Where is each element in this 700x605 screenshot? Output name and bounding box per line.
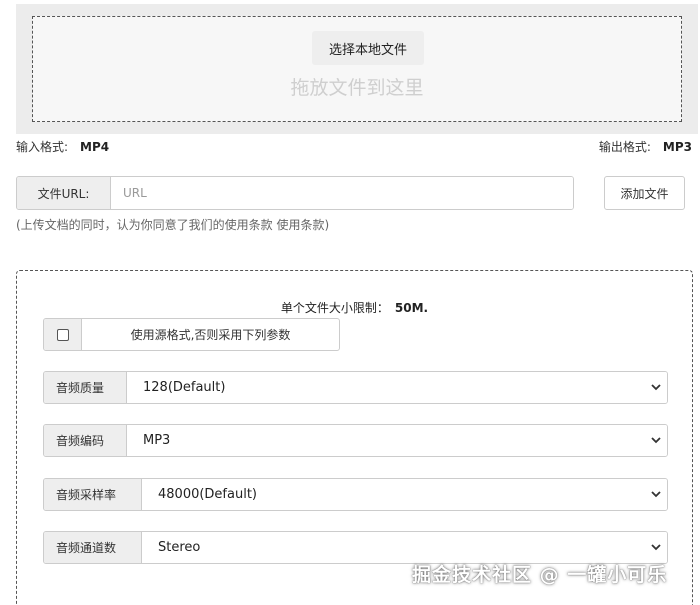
file-url-label: 文件URL: <box>17 177 111 209</box>
audio-quality-select[interactable]: 音频质量 128(Default) <box>43 371 668 404</box>
audio-channels-value[interactable]: Stereo <box>142 532 667 563</box>
output-format-label: 输出格式: <box>598 140 651 154</box>
output-format: 输出格式: MP3 <box>599 138 692 155</box>
upload-area: 选择本地文件 拖放文件到这里 <box>16 4 698 134</box>
use-source-format-toggle[interactable]: 使用源格式,否则采用下列参数 <box>43 318 340 351</box>
size-limit-label: 单个文件大小限制： <box>280 301 389 315</box>
audio-quality-value[interactable]: 128(Default) <box>127 372 667 403</box>
input-format-label: 输入格式: <box>16 140 69 154</box>
audio-channels-value-text: Stereo <box>158 540 201 555</box>
drop-zone[interactable]: 选择本地文件 拖放文件到这里 <box>32 16 682 122</box>
input-format: 输入格式: MP4 <box>16 138 109 155</box>
chevron-down-icon <box>651 384 661 391</box>
audio-quality-value-text: 128(Default) <box>143 380 226 395</box>
audio-sample-rate-label: 音频采样率 <box>44 479 142 510</box>
audio-codec-value[interactable]: MP3 <box>127 425 667 456</box>
chevron-down-icon <box>651 544 661 551</box>
checkbox-icon[interactable] <box>56 328 69 341</box>
settings-panel: 单个文件大小限制： 50M. 使用源格式,否则采用下列参数 音频质量 128(De… <box>16 270 693 605</box>
output-format-value: MP3 <box>662 140 692 154</box>
audio-sample-rate-value-text: 48000(Default) <box>158 487 257 502</box>
terms-notice: (上传文档的同时，认为你同意了我们的使用条款 使用条款) <box>16 218 330 232</box>
choose-local-file-button[interactable]: 选择本地文件 <box>312 31 424 65</box>
checkbox-cell <box>44 319 82 350</box>
drop-hint: 拖放文件到这里 <box>290 77 424 99</box>
watermark: 掘金技术社区 @ 一罐小可乐 <box>412 564 668 586</box>
audio-sample-rate-value[interactable]: 48000(Default) <box>142 479 667 510</box>
audio-codec-value-text: MP3 <box>143 433 171 448</box>
size-limit-value: 50M. <box>394 301 429 315</box>
chevron-down-icon <box>651 437 661 444</box>
chevron-down-icon <box>651 491 661 498</box>
audio-codec-select[interactable]: 音频编码 MP3 <box>43 424 668 457</box>
audio-quality-label: 音频质量 <box>44 372 127 403</box>
add-file-button[interactable]: 添加文件 <box>604 176 685 210</box>
audio-channels-label: 音频通道数 <box>44 532 142 563</box>
audio-sample-rate-select[interactable]: 音频采样率 48000(Default) <box>43 478 668 511</box>
file-url-input[interactable] <box>111 177 573 209</box>
file-size-limit: 单个文件大小限制： 50M. <box>17 299 692 316</box>
input-format-value: MP4 <box>80 140 110 154</box>
file-url-group: 文件URL: <box>16 176 574 210</box>
use-source-format-label: 使用源格式,否则采用下列参数 <box>130 328 291 342</box>
audio-codec-label: 音频编码 <box>44 425 127 456</box>
